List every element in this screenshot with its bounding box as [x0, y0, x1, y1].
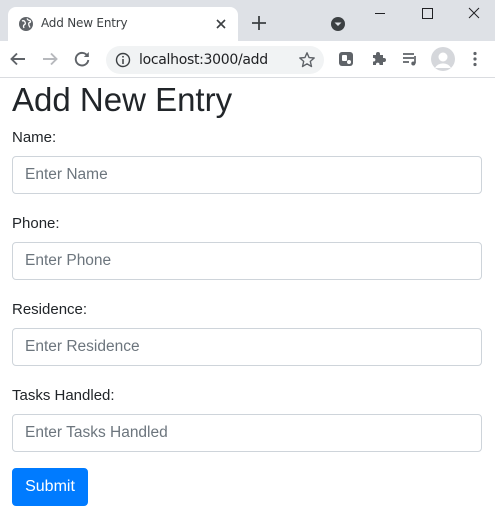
tasks-handled-label: Tasks Handled: [12, 387, 115, 404]
plus-icon[interactable] [250, 14, 268, 32]
forward-arrow-icon[interactable] [41, 50, 59, 68]
tab-title: Add New Entry [41, 16, 128, 30]
avatar[interactable] [431, 47, 455, 71]
kebab-menu-icon[interactable] [466, 50, 484, 68]
name-input[interactable] [12, 156, 482, 194]
phone-input[interactable] [12, 242, 482, 280]
submit-button[interactable]: Submit [12, 468, 88, 506]
back-arrow-icon[interactable] [9, 50, 27, 68]
browser-toolbar: localhost:3000/add [0, 41, 495, 78]
address-bar[interactable]: localhost:3000/add [106, 46, 324, 74]
phone-label: Phone: [12, 215, 60, 232]
puzzle-icon[interactable] [370, 50, 388, 68]
info-icon[interactable] [115, 52, 131, 68]
page-content: Add New Entry Name: Phone: Residence: Ta… [0, 78, 495, 518]
tasks-handled-input[interactable] [12, 414, 482, 452]
url-text[interactable]: localhost:3000/add [139, 52, 268, 68]
name-label: Name: [12, 129, 57, 146]
residence-label: Residence: [12, 301, 88, 318]
extension-app-icon[interactable] [337, 50, 355, 68]
page-title: Add New Entry [12, 81, 233, 118]
avatar-icon [431, 47, 455, 71]
reading-list-icon[interactable] [401, 50, 419, 68]
reload-icon[interactable] [73, 50, 91, 68]
window-close-icon[interactable] [450, 0, 495, 30]
browser-tab[interactable]: Add New Entry [8, 7, 238, 41]
close-icon[interactable] [213, 16, 229, 32]
tab-search-icon[interactable] [328, 14, 348, 34]
star-icon[interactable] [298, 51, 316, 69]
maximize-icon[interactable] [404, 0, 450, 30]
tab-strip: Add New Entry [0, 0, 495, 41]
minimize-icon[interactable] [357, 0, 403, 30]
residence-input[interactable] [12, 328, 482, 366]
globe-icon [19, 17, 33, 31]
